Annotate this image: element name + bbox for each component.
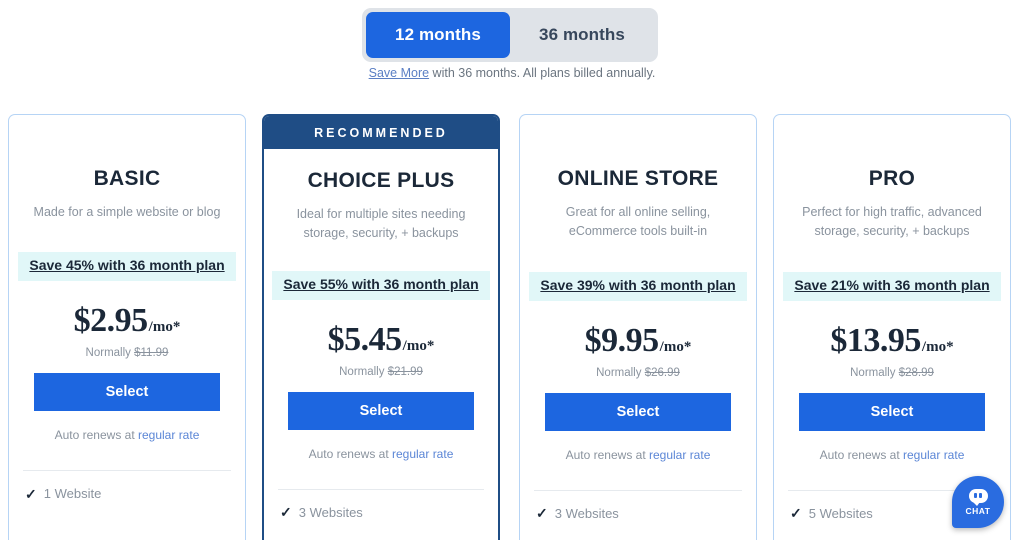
plan-normal-price-prefix: Normally: [596, 366, 645, 379]
regular-rate-link[interactable]: regular rate: [392, 447, 453, 461]
check-icon: ✓: [25, 485, 37, 502]
plan-normal-price: Normally $21.99: [339, 366, 423, 378]
plan-price-unit: /mo*: [402, 337, 435, 354]
billing-term-note: Save More with 36 months. All plans bill…: [0, 66, 1024, 80]
plan-price: $9.95 /mo*: [585, 322, 692, 360]
plan-normal-price-prefix: Normally: [85, 347, 135, 360]
plan-feature-label: 3 Websites: [298, 504, 363, 520]
plan-price: $5.45 /mo*: [328, 321, 435, 359]
chat-dot: [974, 493, 977, 498]
plan-price-amount: $9.95: [584, 321, 660, 359]
feature-divider: [23, 470, 231, 472]
plan-normal-price-prefix: Normally: [850, 366, 899, 379]
plan-normal-price: Normally $26.99: [596, 367, 680, 379]
plan-description: Great for all online selling, eCommerce …: [565, 205, 711, 239]
plan-description: Ideal for multiple sites needing storage…: [296, 207, 466, 241]
select-plan-button[interactable]: Select: [545, 392, 731, 431]
plan-name: ONLINE STORE: [557, 167, 719, 190]
toggle-option-12-months-label: 12 months: [395, 25, 481, 44]
plan-feature-row: ✓ 1 Website: [23, 486, 231, 501]
plan-price: $2.95 /mo*: [74, 302, 181, 340]
plan-feature-label: 5 Websites: [808, 505, 873, 521]
plan-feature-row: ✓ 3 Websites: [278, 505, 484, 520]
plan-description: Made for a simple website or blog: [33, 205, 221, 219]
recommended-banner: RECOMMENDED: [264, 116, 498, 149]
check-icon: ✓: [790, 505, 802, 522]
check-icon: ✓: [536, 505, 548, 522]
plan-name: CHOICE PLUS: [307, 169, 455, 192]
regular-rate-link[interactable]: regular rate: [903, 448, 964, 462]
chat-dot: [979, 493, 982, 498]
plan-renewal-note: Auto renews at regular rate: [566, 448, 711, 462]
save-promo-badge[interactable]: Save 45% with 36 month plan: [18, 252, 236, 282]
save-promo-badge[interactable]: Save 21% with 36 month plan: [783, 271, 1001, 301]
plan-feature-row: ✓ 3 Websites: [534, 506, 742, 521]
pricing-card-body: ONLINE STORE Great for all online sellin…: [520, 115, 756, 540]
billing-term-toggle[interactable]: 12 months 36 months: [362, 8, 658, 62]
pricing-card-body: CHOICE PLUS Ideal for multiple sites nee…: [264, 149, 498, 540]
toggle-option-36-months[interactable]: 36 months: [510, 12, 654, 58]
pricing-card-body: BASIC Made for a simple website or blog …: [9, 115, 245, 540]
pricing-card-list: BASIC Made for a simple website or blog …: [0, 114, 1024, 540]
plan-renewal-prefix: Auto renews at: [54, 428, 138, 443]
plan-normal-price-prefix: Normally: [339, 365, 388, 378]
plan-normal-price-value: $28.99: [898, 366, 934, 379]
billing-term-note-text: with 36 months. All plans billed annuall…: [429, 66, 656, 80]
pricing-card-online-store[interactable]: ONLINE STORE Great for all online sellin…: [519, 114, 757, 540]
plan-price-unit: /mo*: [148, 319, 181, 336]
plan-normal-price-value: $26.99: [644, 366, 680, 379]
plan-renewal-prefix: Auto renews at: [308, 446, 392, 461]
feature-divider: [534, 489, 742, 491]
toggle-option-12-months[interactable]: 12 months: [366, 12, 510, 58]
plan-renewal-note: Auto renews at regular rate: [55, 428, 200, 442]
plan-renewal-note: Auto renews at regular rate: [820, 448, 965, 462]
select-plan-button[interactable]: Select: [34, 373, 220, 412]
chat-bubble-icon: [968, 488, 988, 506]
plan-price-amount: $13.95: [830, 321, 921, 359]
check-icon: ✓: [280, 504, 292, 521]
plan-feature-label: 1 Website: [43, 486, 102, 502]
plan-normal-price: Normally $28.99: [850, 367, 934, 379]
pricing-card-choice-plus[interactable]: RECOMMENDED CHOICE PLUS Ideal for multip…: [262, 114, 500, 540]
chat-widget-button[interactable]: CHAT: [952, 476, 1004, 528]
save-more-link[interactable]: Save More: [369, 66, 429, 80]
pricing-card-basic[interactable]: BASIC Made for a simple website or blog …: [8, 114, 246, 540]
pricing-page: 12 months 36 months Save More with 36 mo…: [0, 0, 1024, 540]
save-promo-badge[interactable]: Save 39% with 36 month plan: [529, 271, 747, 301]
regular-rate-link[interactable]: regular rate: [649, 448, 710, 462]
plan-name: PRO: [868, 167, 916, 190]
plan-normal-price-value: $21.99: [387, 365, 423, 378]
save-promo-badge[interactable]: Save 55% with 36 month plan: [272, 270, 490, 300]
plan-renewal-prefix: Auto renews at: [565, 447, 649, 462]
plan-renewal-prefix: Auto renews at: [819, 447, 903, 462]
plan-normal-price: Normally $11.99: [86, 347, 169, 359]
plan-price-amount: $5.45: [327, 320, 403, 358]
toggle-option-36-months-label: 36 months: [539, 25, 625, 44]
plan-price-unit: /mo*: [921, 338, 954, 355]
plan-description: Perfect for high traffic, advanced stora…: [802, 205, 982, 239]
plan-normal-price-value: $11.99: [134, 347, 169, 360]
plan-price-amount: $2.95: [73, 302, 149, 340]
plan-price-unit: /mo*: [659, 338, 692, 355]
plan-feature-label: 3 Websites: [554, 505, 619, 521]
regular-rate-link[interactable]: regular rate: [138, 428, 199, 442]
select-plan-button[interactable]: Select: [288, 391, 474, 430]
plan-renewal-note: Auto renews at regular rate: [309, 447, 454, 461]
select-plan-button[interactable]: Select: [799, 392, 985, 431]
plan-price: $13.95 /mo*: [830, 322, 953, 360]
chat-widget-label: CHAT: [965, 505, 991, 516]
plan-name: BASIC: [93, 167, 161, 190]
feature-divider: [278, 488, 484, 490]
